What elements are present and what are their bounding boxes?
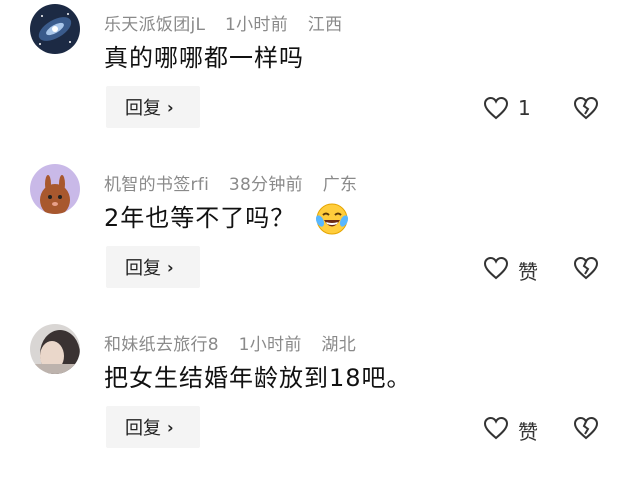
- user-avatar[interactable]: [30, 324, 80, 374]
- reply-label: 回复: [125, 258, 161, 279]
- broken-heart-icon[interactable]: [573, 256, 599, 280]
- timestamp: 1小时前: [225, 15, 289, 35]
- location: 广东: [322, 175, 358, 195]
- reply-button[interactable]: 回复 ›: [106, 406, 200, 448]
- location: 江西: [307, 15, 343, 35]
- comment-item-2: 机智的书签rfi 38分钟前 广东 2年也等不了吗？ 回复 › 赞: [0, 160, 636, 318]
- comment-item-3: 和妹纸去旅行8 1小时前 湖北 把女生结婚年龄放到18吧。 回复 › 赞: [0, 320, 636, 478]
- comment-item-1: 乐天派饭团jL 1小时前 江西 真的哪哪都一样吗 回复 › 1: [0, 0, 636, 158]
- like-label: 赞: [518, 420, 538, 444]
- user-avatar[interactable]: [30, 164, 80, 214]
- chevron-right-icon: ›: [167, 417, 174, 437]
- heart-outline-icon[interactable]: [483, 256, 509, 280]
- comment-text: 把女生结婚年龄放到18吧。: [104, 364, 412, 392]
- comment-text: 真的哪哪都一样吗: [104, 44, 304, 72]
- username[interactable]: 和妹纸去旅行8: [104, 335, 219, 355]
- comment-text: 2年也等不了吗？: [104, 198, 350, 237]
- comment-meta: 机智的书签rfi 38分钟前 广东: [104, 170, 371, 195]
- username[interactable]: 机智的书签rfi: [104, 175, 209, 195]
- comment-text-content: 2年也等不了吗？: [104, 204, 296, 232]
- heart-outline-icon[interactable]: [483, 416, 509, 440]
- broken-heart-icon[interactable]: [573, 416, 599, 440]
- username[interactable]: 乐天派饭团jL: [104, 15, 205, 35]
- comment-meta: 乐天派饭团jL 1小时前 江西: [104, 10, 356, 35]
- reply-label: 回复: [125, 418, 161, 439]
- reply-button[interactable]: 回复 ›: [106, 246, 200, 288]
- chevron-right-icon: ›: [167, 97, 174, 117]
- heart-outline-icon[interactable]: [483, 96, 509, 120]
- location: 湖北: [321, 335, 356, 355]
- broken-heart-icon[interactable]: [573, 96, 599, 120]
- reply-label: 回复: [125, 98, 161, 119]
- timestamp: 38分钟前: [228, 175, 303, 195]
- timestamp: 1小时前: [238, 335, 302, 355]
- user-avatar[interactable]: [30, 4, 80, 54]
- like-count: 1: [518, 96, 531, 120]
- like-label: 赞: [518, 260, 538, 284]
- reply-button[interactable]: 回复 ›: [106, 86, 200, 128]
- crying-laughing-emoji: [315, 203, 348, 235]
- comment-meta: 和妹纸去旅行8 1小时前 湖北: [104, 330, 370, 355]
- chevron-right-icon: ›: [167, 257, 174, 277]
